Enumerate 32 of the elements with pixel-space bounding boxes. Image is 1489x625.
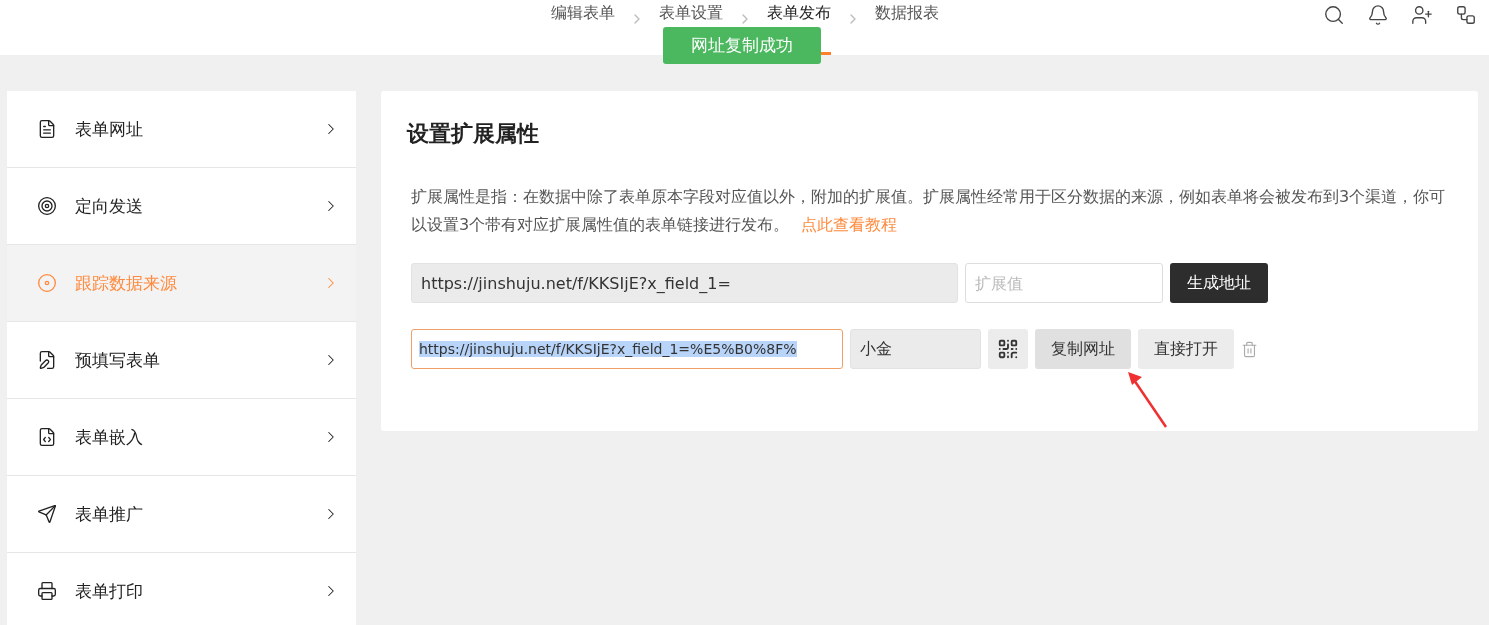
item-label: 定向发送 — [75, 194, 144, 218]
step-tab[interactable]: 编辑表单 — [550, 0, 615, 55]
item-label: 表单网址 — [75, 117, 144, 141]
url-field[interactable]: https://jinshuju.net/f/KKSIjE?x_field_1=%E5%B0%8F% — [411, 329, 843, 369]
qr-code-button[interactable] — [988, 329, 1028, 369]
printer-icon — [37, 581, 57, 601]
item-label: 表单打印 — [75, 579, 144, 603]
open-button[interactable]: 直接打开 — [1138, 329, 1234, 369]
item-label: 预填写表单 — [75, 348, 161, 372]
value-input[interactable]: 扩展值 — [965, 263, 1163, 303]
generate-button[interactable]: 生成地址 — [1170, 263, 1268, 303]
nodes-icon[interactable] — [1455, 4, 1477, 26]
description-text: 扩展属性是指：在数据中除了表单原本字段对应值以外，附加的扩展值。扩展属性经常用于区分数据的来源，例如表单将会被发布到3个渠道，你可以设置3个带有对应扩展属性值的表单链接进行发布。 点此查看教程 — [410, 186, 1447, 236]
document-icon — [37, 119, 57, 139]
disc-icon — [37, 273, 57, 293]
qr-code-icon — [997, 338, 1019, 360]
code-document-icon — [37, 427, 57, 447]
target-icon — [37, 196, 57, 216]
value-field[interactable]: 小金 — [850, 329, 981, 369]
copy-button[interactable]: 复制网址 — [1035, 329, 1131, 369]
edit-document-icon — [37, 350, 57, 370]
paper-plane-icon — [37, 504, 57, 524]
bell-icon[interactable] — [1367, 4, 1389, 26]
search-icon[interactable] — [1323, 4, 1345, 26]
base-url-field[interactable]: https://jinshuju.net/f/KKSIjE?x_field_1= — [411, 263, 958, 303]
card-title: 设置扩展属性 — [407, 120, 540, 148]
item-label: 跟踪数据来源 — [75, 271, 178, 295]
item-label: 表单推广 — [75, 502, 144, 526]
step-tab[interactable]: 数据报表 — [874, 0, 939, 55]
item-label: 表单嵌入 — [75, 425, 144, 449]
copied-toast: 网址复制成功 — [663, 27, 821, 64]
add-user-icon[interactable] — [1411, 4, 1433, 26]
